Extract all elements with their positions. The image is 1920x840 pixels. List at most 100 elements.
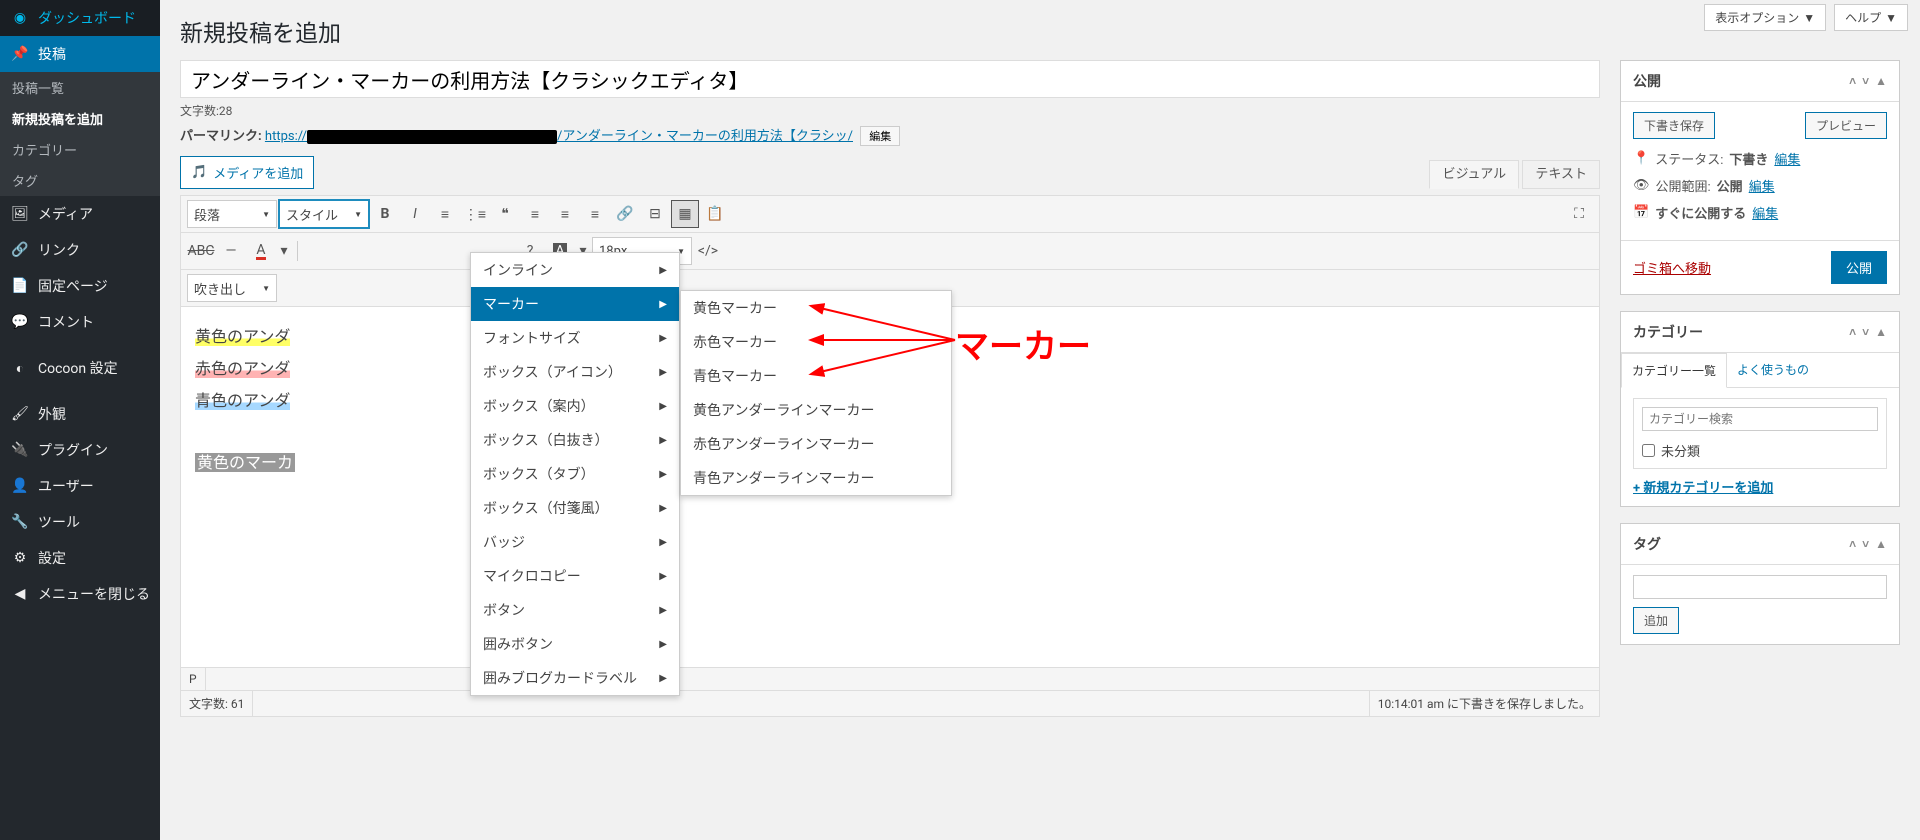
tag-input[interactable] xyxy=(1633,575,1887,599)
source-button[interactable]: </> xyxy=(694,237,722,265)
style-item-button[interactable]: ボタン▶ xyxy=(471,593,679,627)
hr-button[interactable]: — xyxy=(217,237,245,265)
sidebar-item-appearance[interactable]: 🖌外観 xyxy=(0,396,160,432)
chevron-down-icon[interactable]: ˅ xyxy=(1862,74,1869,88)
text-color-button[interactable]: A xyxy=(247,237,275,265)
edit-status-link[interactable]: 編集 xyxy=(1774,149,1800,168)
uncategorized-checkbox[interactable] xyxy=(1642,444,1655,457)
strikethrough-button[interactable]: ABC xyxy=(187,237,215,265)
align-center-button[interactable]: ≡ xyxy=(551,200,579,228)
paragraph-select[interactable]: 段落 xyxy=(187,200,277,228)
edit-schedule-link[interactable]: 編集 xyxy=(1752,203,1778,222)
marker-blue-underline[interactable]: 青色アンダーラインマーカー xyxy=(681,461,951,495)
add-media-button[interactable]: 🎵メディアを追加 xyxy=(180,156,314,189)
style-item-box-outline[interactable]: ボックス（白抜き）▶ xyxy=(471,423,679,457)
user-icon: 👤 xyxy=(10,476,30,496)
edit-permalink-button[interactable]: 編集 xyxy=(860,126,900,146)
quote-button[interactable]: ❝ xyxy=(491,200,519,228)
text-color-dropdown[interactable]: ▾ xyxy=(277,237,291,265)
style-select[interactable]: スタイル xyxy=(279,200,369,228)
screen-options-tab[interactable]: 表示オプション▼ xyxy=(1704,4,1826,31)
link-button[interactable]: 🔗 xyxy=(611,200,639,228)
copy-button[interactable]: 📋 xyxy=(701,200,729,228)
cat-tab-popular[interactable]: よく使うもの xyxy=(1727,353,1819,387)
style-item-fontsize[interactable]: フォントサイズ▶ xyxy=(471,321,679,355)
tool-icon: 🔧 xyxy=(10,512,30,532)
more-button[interactable]: ⊟ xyxy=(641,200,669,228)
sidebar-item-cocoon[interactable]: ◐Cocoon 設定 xyxy=(0,350,160,386)
chevron-down-icon[interactable]: ˅ xyxy=(1862,325,1869,339)
italic-button[interactable]: I xyxy=(401,200,429,228)
align-left-button[interactable]: ≡ xyxy=(521,200,549,228)
help-tab[interactable]: ヘルプ▼ xyxy=(1834,4,1908,31)
publish-box: 公開˄˅▲ 下書き保存 プレビュー 📍ステータス: 下書き 編集 👁公開範囲: … xyxy=(1620,60,1900,295)
bullet-list-button[interactable]: ≡ xyxy=(431,200,459,228)
marker-yellow-underline[interactable]: 黄色アンダーラインマーカー xyxy=(681,393,951,427)
sidebar-sub-add-new[interactable]: 新規投稿を追加 xyxy=(0,103,160,134)
edit-visibility-link[interactable]: 編集 xyxy=(1749,176,1775,195)
sidebar-item-pages[interactable]: 📄固定ページ xyxy=(0,268,160,304)
chevron-right-icon: ▶ xyxy=(659,639,667,650)
category-search-input[interactable] xyxy=(1642,407,1878,431)
marker-red[interactable]: 赤色マーカー xyxy=(681,325,951,359)
marker-red-underline[interactable]: 赤色アンダーラインマーカー xyxy=(681,427,951,461)
caret-up-icon[interactable]: ▲ xyxy=(1875,537,1887,551)
chevron-up-icon[interactable]: ˄ xyxy=(1849,325,1856,339)
chevron-right-icon: ▶ xyxy=(659,503,667,514)
style-item-inline[interactable]: インライン▶ xyxy=(471,253,679,287)
sidebar-item-links[interactable]: 🔗リンク xyxy=(0,232,160,268)
sidebar-sub-categories[interactable]: カテゴリー xyxy=(0,134,160,165)
sidebar-item-comments[interactable]: 💬コメント xyxy=(0,304,160,340)
admin-sidebar: ◉ダッシュボード 📌投稿 投稿一覧 新規投稿を追加 カテゴリー タグ 🖼メディア… xyxy=(0,0,160,840)
number-list-button[interactable]: ⋮≡ xyxy=(461,200,489,228)
caret-up-icon[interactable]: ▲ xyxy=(1875,325,1887,339)
chevron-up-icon[interactable]: ˄ xyxy=(1849,74,1856,88)
toolbar-toggle-button[interactable]: ▦ xyxy=(671,200,699,228)
chevron-up-icon[interactable]: ˄ xyxy=(1849,537,1856,551)
marker-blue[interactable]: 青色マーカー xyxy=(681,359,951,393)
style-item-box-icon[interactable]: ボックス（アイコン）▶ xyxy=(471,355,679,389)
style-item-box-tab[interactable]: ボックス（タブ）▶ xyxy=(471,457,679,491)
add-category-link[interactable]: + 新規カテゴリーを追加 xyxy=(1633,481,1773,496)
marker-yellow[interactable]: 黄色マーカー xyxy=(681,291,951,325)
sidebar-item-settings[interactable]: ⚙設定 xyxy=(0,540,160,576)
fullscreen-button[interactable]: ⛶ xyxy=(1565,200,1593,228)
visual-tab[interactable]: ビジュアル xyxy=(1429,160,1519,189)
sidebar-item-dashboard[interactable]: ◉ダッシュボード xyxy=(0,0,160,36)
chevron-right-icon: ▶ xyxy=(659,571,667,582)
chevron-down-icon[interactable]: ˅ xyxy=(1862,537,1869,551)
trash-link[interactable]: ゴミ箱へ移動 xyxy=(1633,258,1711,277)
align-right-button[interactable]: ≡ xyxy=(581,200,609,228)
sidebar-submenu: 投稿一覧 新規投稿を追加 カテゴリー タグ xyxy=(0,72,160,196)
style-item-badge[interactable]: バッジ▶ xyxy=(471,525,679,559)
style-item-marker[interactable]: マーカー▶ xyxy=(471,287,679,321)
caret-up-icon[interactable]: ▲ xyxy=(1875,74,1887,88)
sidebar-item-tools[interactable]: 🔧ツール xyxy=(0,504,160,540)
sidebar-sub-all-posts[interactable]: 投稿一覧 xyxy=(0,72,160,103)
sidebar-item-collapse[interactable]: ◀メニューを閉じる xyxy=(0,576,160,612)
sidebar-item-posts[interactable]: 📌投稿 xyxy=(0,36,160,72)
permalink-domain-redacted xyxy=(307,130,557,144)
bold-button[interactable]: B xyxy=(371,200,399,228)
text-tab[interactable]: テキスト xyxy=(1522,160,1600,189)
page-title: 新規投稿を追加 xyxy=(180,14,1900,48)
sidebar-sub-tags[interactable]: タグ xyxy=(0,165,160,196)
style-item-microcopy[interactable]: マイクロコピー▶ xyxy=(471,559,679,593)
style-item-box-info[interactable]: ボックス（案内）▶ xyxy=(471,389,679,423)
preview-button[interactable]: プレビュー xyxy=(1805,112,1887,139)
speech-select[interactable]: 吹き出し xyxy=(187,274,277,302)
content-line-3: 青色のアンダ xyxy=(195,391,290,410)
permalink-link[interactable]: https:///アンダーライン・マーカーの利用方法【クラシッ/ xyxy=(265,129,853,144)
style-item-wrapbutton[interactable]: 囲みボタン▶ xyxy=(471,627,679,661)
post-title-input[interactable] xyxy=(180,60,1600,98)
sidebar-item-media[interactable]: 🖼メディア xyxy=(0,196,160,232)
save-draft-button[interactable]: 下書き保存 xyxy=(1633,112,1715,139)
style-item-box-sticky[interactable]: ボックス（付箋風）▶ xyxy=(471,491,679,525)
cat-tab-all[interactable]: カテゴリー一覧 xyxy=(1621,353,1727,388)
sidebar-item-plugins[interactable]: 🔌プラグイン xyxy=(0,432,160,468)
publish-button[interactable]: 公開 xyxy=(1831,251,1887,284)
link-icon: 🔗 xyxy=(10,240,30,260)
add-tag-button[interactable]: 追加 xyxy=(1633,607,1679,634)
style-item-blogcard[interactable]: 囲みブログカードラベル▶ xyxy=(471,661,679,695)
sidebar-item-users[interactable]: 👤ユーザー xyxy=(0,468,160,504)
